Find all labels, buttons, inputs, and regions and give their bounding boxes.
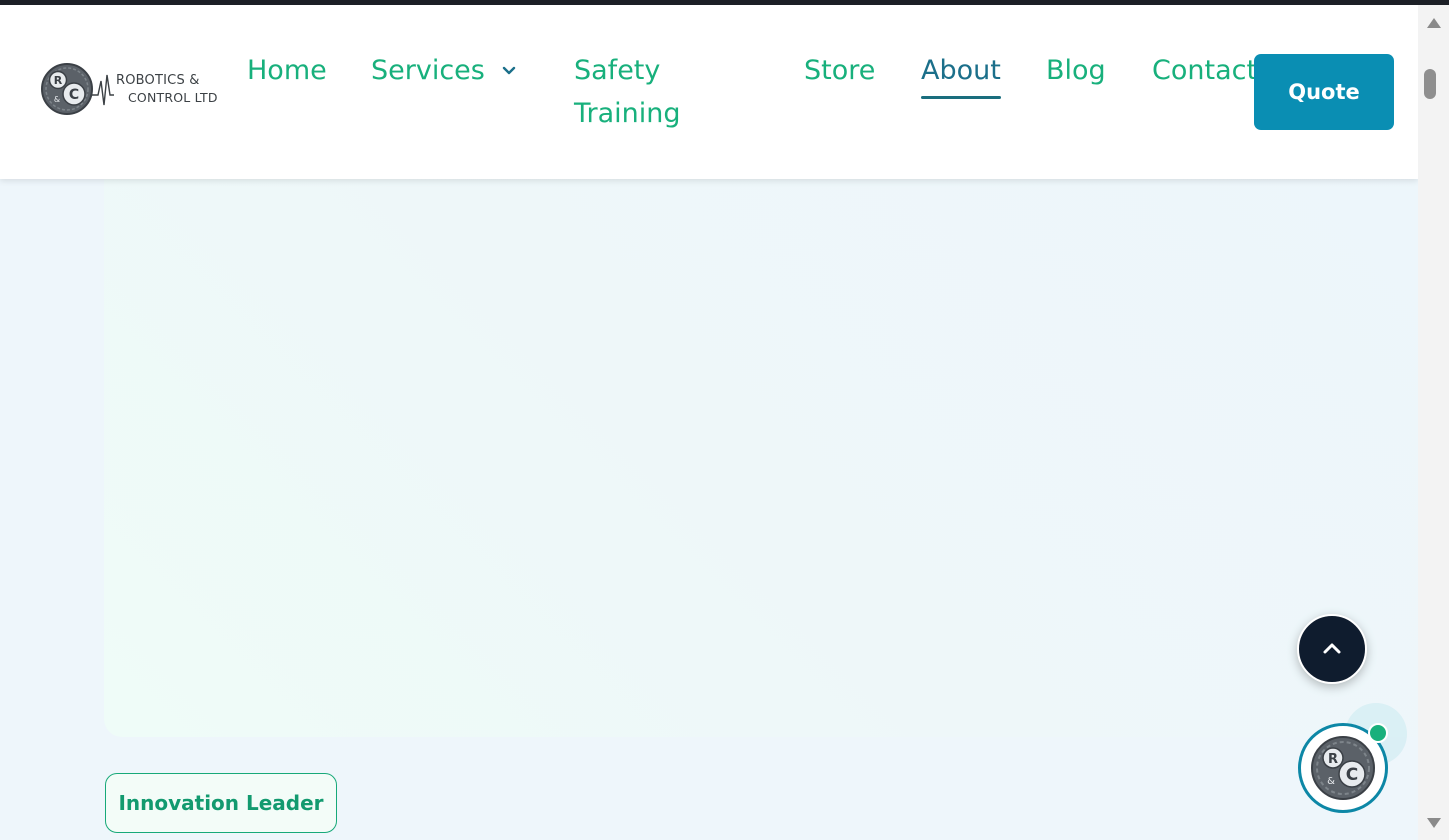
scroll-down-arrow-icon[interactable] bbox=[1427, 818, 1441, 828]
innovation-leader-badge: Innovation Leader bbox=[105, 773, 337, 833]
scroll-to-top-button[interactable] bbox=[1297, 614, 1367, 684]
chevron-down-icon[interactable] bbox=[501, 63, 517, 79]
svg-text:C: C bbox=[1346, 765, 1358, 785]
nav-contact[interactable]: Contact bbox=[1152, 49, 1257, 92]
scroll-up-arrow-icon[interactable] bbox=[1427, 18, 1441, 28]
svg-text:R: R bbox=[1328, 752, 1338, 767]
site-header: R C & ROBOTICS & CONTROL LTD Home Servic… bbox=[0, 5, 1418, 179]
logo-wordmark: ROBOTICS & CONTROL LTD bbox=[116, 72, 218, 106]
hero-panel bbox=[104, 165, 1418, 737]
gear-logo-icon: R C & bbox=[41, 63, 93, 115]
scrollbar-thumb[interactable] bbox=[1424, 69, 1436, 99]
page-viewport: R C & ROBOTICS & CONTROL LTD Home Servic… bbox=[0, 5, 1418, 840]
pulse-line-icon bbox=[92, 74, 114, 106]
logo-line-1: ROBOTICS & bbox=[116, 73, 200, 88]
svg-text:R: R bbox=[54, 74, 63, 87]
nav-services[interactable]: Services bbox=[371, 49, 517, 92]
svg-text:C: C bbox=[69, 87, 79, 103]
quote-button[interactable]: Quote bbox=[1254, 54, 1394, 130]
svg-text:&: & bbox=[54, 95, 60, 104]
svg-text:&: & bbox=[1327, 776, 1335, 787]
nav-services-label: Services bbox=[371, 55, 485, 86]
nav-home[interactable]: Home bbox=[247, 49, 327, 92]
chevron-up-icon bbox=[1323, 643, 1341, 654]
site-logo[interactable]: R C & ROBOTICS & CONTROL LTD bbox=[40, 59, 226, 119]
nav-blog[interactable]: Blog bbox=[1046, 49, 1106, 92]
nav-about-active[interactable]: About bbox=[921, 49, 1001, 99]
vertical-scrollbar[interactable] bbox=[1418, 5, 1449, 840]
company-logo-icon: R C & bbox=[1311, 736, 1375, 800]
nav-safety-training[interactable]: Safety Training bbox=[574, 49, 714, 135]
nav-store[interactable]: Store bbox=[804, 49, 875, 92]
logo-line-2: CONTROL LTD bbox=[128, 90, 218, 105]
online-status-dot bbox=[1368, 723, 1388, 743]
